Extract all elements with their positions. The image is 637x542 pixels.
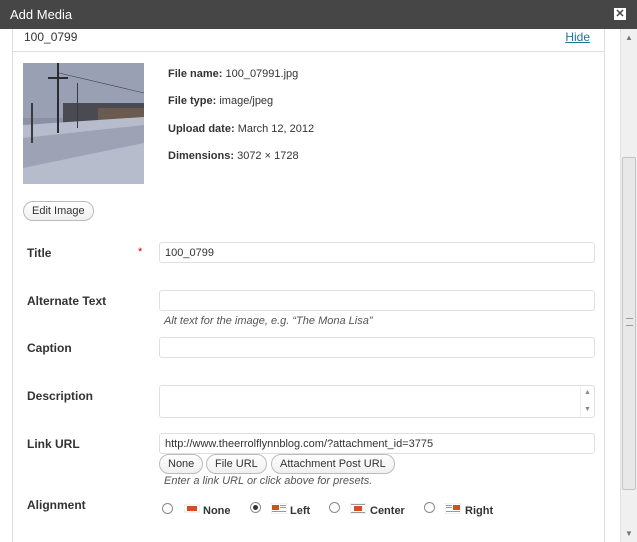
link-url-help: Enter a link URL or click above for pres…: [164, 475, 373, 487]
link-url-input[interactable]: [159, 433, 595, 454]
title-input[interactable]: [159, 242, 595, 263]
file-type-label: File type:: [168, 95, 217, 107]
description-label: Description: [27, 389, 94, 403]
caption-label: Caption: [27, 341, 72, 355]
link-none-button[interactable]: None: [159, 454, 204, 474]
window-title: Add Media: [10, 7, 73, 22]
link-file-url-button[interactable]: File URL: [206, 454, 267, 474]
align-right-icon: [445, 503, 461, 514]
image-thumbnail: [23, 63, 144, 184]
link-attachment-post-url-button[interactable]: Attachment Post URL: [271, 454, 395, 474]
scroll-up-icon[interactable]: ▲: [625, 33, 633, 42]
dimensions-row: Dimensions: 3072 × 1728: [168, 150, 299, 162]
dimensions-label: Dimensions:: [168, 150, 235, 162]
close-icon[interactable]: ✕: [614, 8, 626, 20]
edit-image-button[interactable]: Edit Image: [23, 201, 94, 221]
title-label: Title: [27, 246, 52, 260]
align-left-label[interactable]: Left: [290, 505, 310, 517]
window-titlebar: Add Media ✕: [0, 0, 637, 29]
description-textarea[interactable]: ▲ ▼: [159, 385, 595, 418]
divider: [13, 51, 604, 52]
file-type-value: image/jpeg: [219, 95, 274, 107]
align-none-label[interactable]: None: [203, 505, 231, 517]
align-right-radio[interactable]: [424, 502, 435, 513]
media-item-name: 100_0799: [24, 30, 78, 44]
upload-date-label: Upload date:: [168, 123, 235, 135]
media-item-viewport: 100_0799 Hide File name: 100_07991.jpg F…: [0, 29, 637, 542]
alt-text-label: Alternate Text: [27, 294, 107, 308]
file-name-value: 100_07991.jpg: [225, 68, 299, 80]
align-center-icon: [350, 503, 366, 514]
alignment-label: Alignment: [27, 498, 86, 512]
required-mark: *: [138, 246, 143, 258]
scroll-down-icon[interactable]: ▼: [625, 529, 633, 538]
hide-link[interactable]: Hide: [565, 30, 590, 44]
media-item-panel: 100_0799 Hide File name: 100_07991.jpg F…: [12, 29, 605, 542]
scroll-down-icon[interactable]: ▼: [584, 406, 591, 413]
file-type-row: File type: image/jpeg: [168, 95, 273, 107]
alt-text-input[interactable]: [159, 290, 595, 311]
scrollbar-thumb[interactable]: [622, 157, 636, 490]
file-name-label: File name:: [168, 68, 223, 80]
caption-input[interactable]: [159, 337, 595, 358]
scroll-up-icon[interactable]: ▲: [584, 389, 591, 396]
align-none-radio[interactable]: [162, 503, 173, 514]
align-center-radio[interactable]: [329, 502, 340, 513]
alt-text-help: Alt text for the image, e.g. “The Mona L…: [164, 315, 373, 327]
align-none-icon: [184, 504, 200, 513]
align-right-label[interactable]: Right: [465, 505, 493, 517]
scrollbar-grip: [626, 318, 633, 326]
upload-date-value: March 12, 2012: [237, 123, 315, 135]
file-name-row: File name: 100_07991.jpg: [168, 68, 298, 80]
align-center-label[interactable]: Center: [370, 505, 405, 517]
upload-date-row: Upload date: March 12, 2012: [168, 123, 314, 135]
textarea-scrollbar[interactable]: ▲ ▼: [580, 386, 594, 417]
link-url-label: Link URL: [27, 437, 80, 451]
align-left-icon: [271, 503, 287, 514]
align-left-radio[interactable]: [250, 502, 261, 513]
dimensions-value: 3072 × 1728: [237, 150, 299, 162]
window-scrollbar[interactable]: ▲ ▼: [620, 29, 637, 542]
